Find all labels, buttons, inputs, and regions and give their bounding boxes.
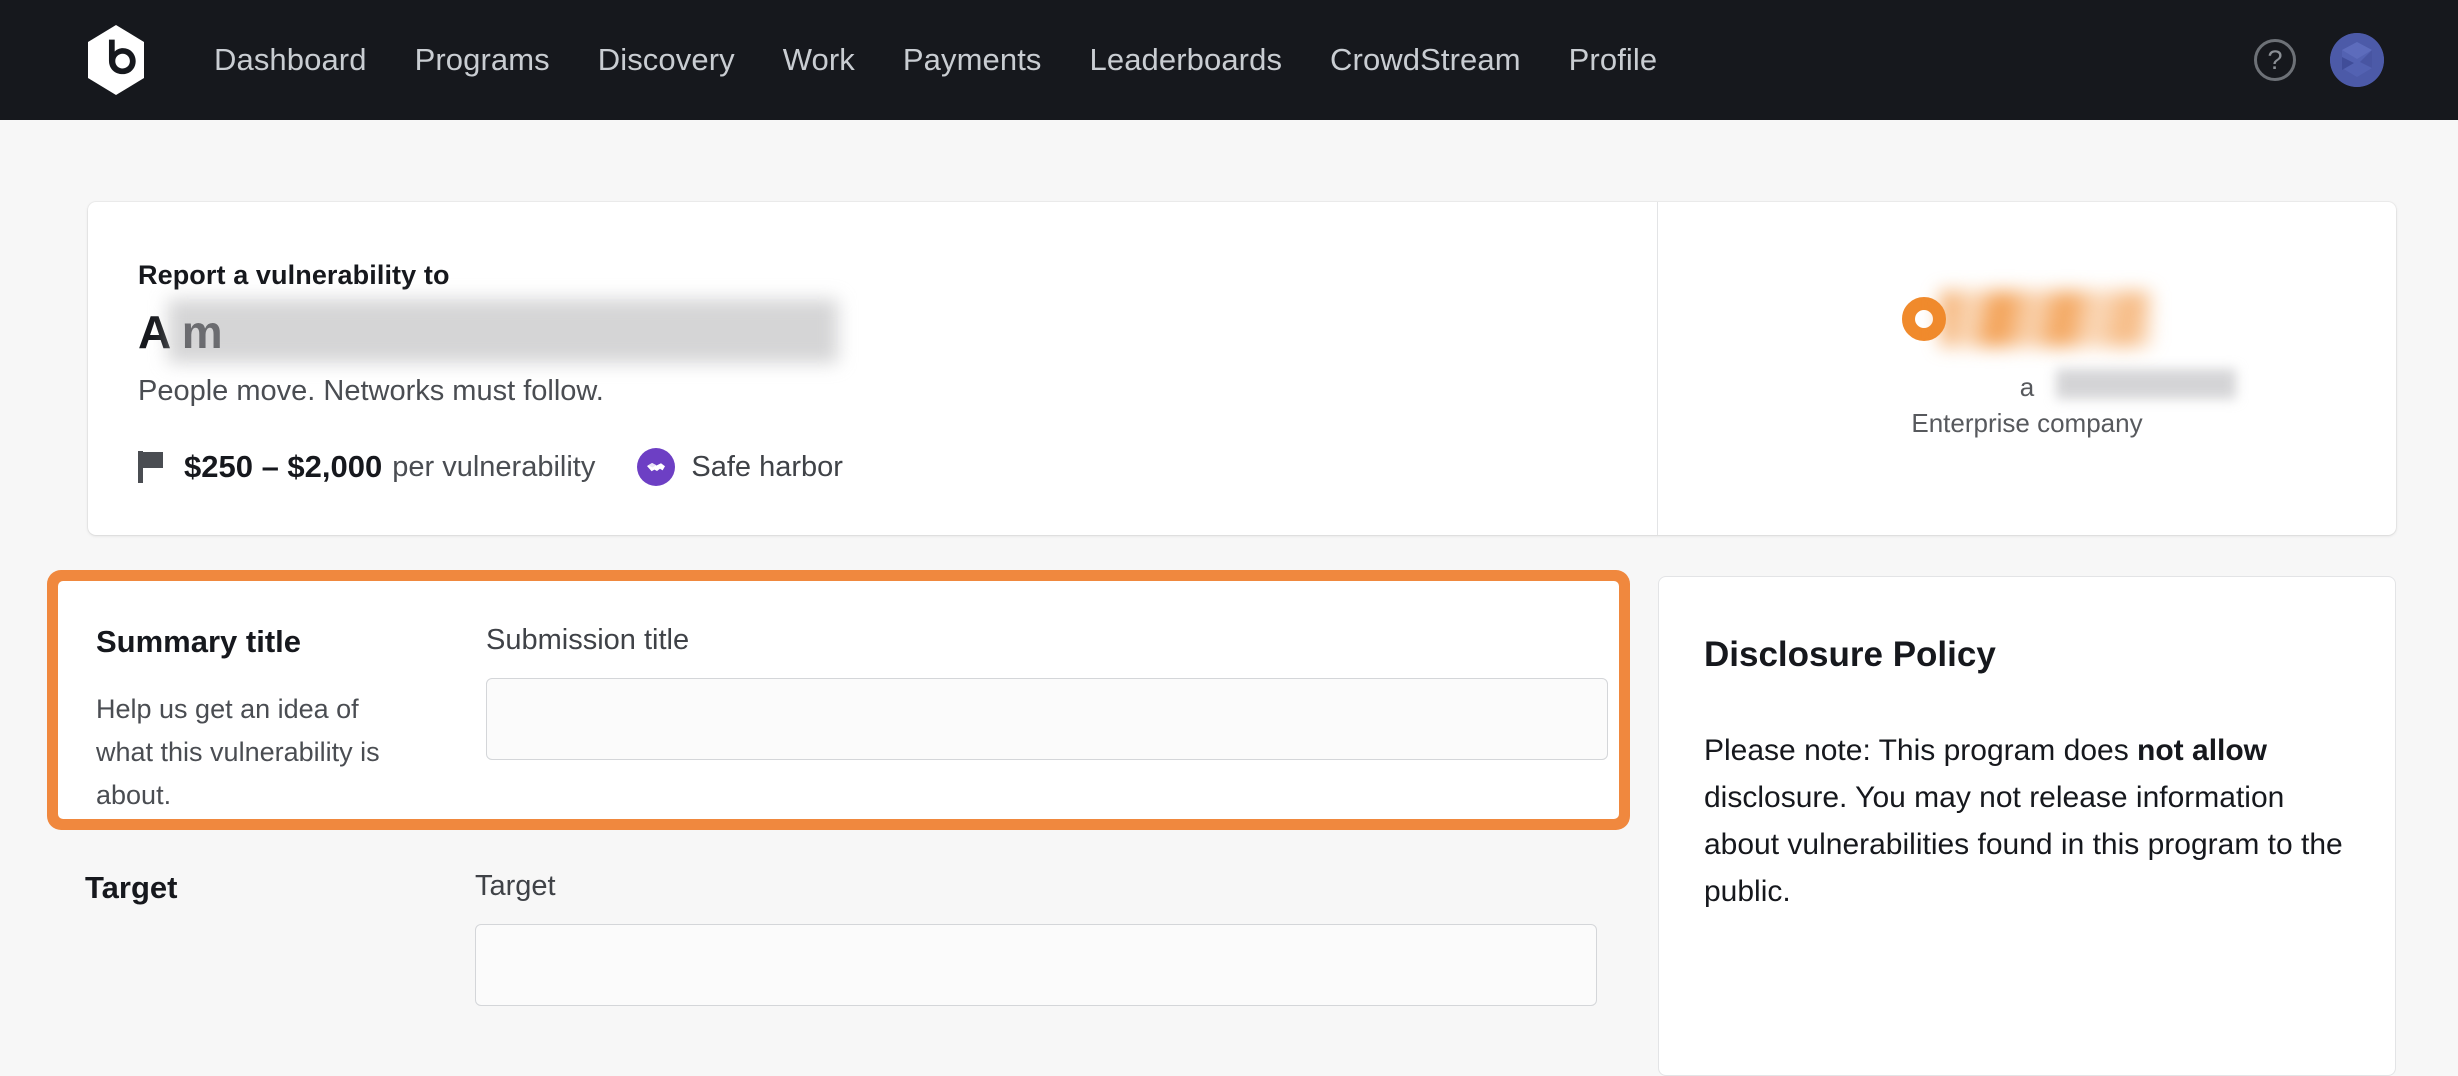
sponsor-subtitle-line2: Enterprise company bbox=[1911, 407, 2143, 438]
user-avatar[interactable] bbox=[2330, 33, 2384, 87]
page-body: Report a vulnerability to A m People mov… bbox=[0, 120, 2458, 1076]
submission-title-input[interactable] bbox=[486, 678, 1608, 760]
sponsor-subtitle-line1: a bbox=[2019, 368, 2236, 405]
report-kicker-text: Report a vulnerability to bbox=[138, 260, 450, 290]
sponsor-subtitle-line1-text: a bbox=[2019, 371, 2035, 402]
program-title-redaction-overlay bbox=[168, 299, 838, 363]
bugcrowd-logo-icon[interactable] bbox=[86, 24, 146, 96]
reward-range: $250 – $2,000 bbox=[184, 449, 383, 484]
program-info-panel: Report a vulnerability to A m People mov… bbox=[88, 202, 1657, 535]
disclosure-body-part1: Please note: This program does bbox=[1704, 734, 2138, 767]
program-title-wrap: A m bbox=[138, 299, 838, 363]
nav-item-profile[interactable]: Profile bbox=[1545, 0, 1682, 120]
reward-unit-label: per vulnerability bbox=[392, 450, 596, 483]
target-input-label: Target bbox=[475, 870, 556, 902]
flag-icon bbox=[138, 451, 163, 483]
sponsor-wordmark-redaction bbox=[1940, 290, 2152, 347]
safe-harbor-badge[interactable]: Safe harbor bbox=[637, 448, 843, 486]
nav-right-cluster: ? bbox=[2254, 0, 2384, 120]
summary-title-heading: Summary title bbox=[96, 624, 302, 659]
target-input-column: Target bbox=[475, 870, 1630, 1006]
summary-title-help-text: Help us get an idea of what this vulnera… bbox=[96, 694, 380, 810]
handshake-icon bbox=[637, 448, 676, 486]
nav-item-payments[interactable]: Payments bbox=[879, 0, 1066, 120]
submission-title-label: Submission title bbox=[486, 624, 690, 656]
top-navigation-bar: Dashboard Programs Discovery Work Paymen… bbox=[0, 0, 2458, 120]
avatar-glyph-icon bbox=[2330, 33, 2384, 87]
target-section: Target Target bbox=[85, 870, 1630, 1006]
program-header-card: Report a vulnerability to A m People mov… bbox=[88, 202, 2396, 535]
nav-item-leaderboards[interactable]: Leaderboards bbox=[1066, 0, 1307, 120]
sponsor-logo-mark bbox=[1902, 287, 2152, 351]
nav-item-crowdstream[interactable]: CrowdStream bbox=[1306, 0, 1545, 120]
target-label-column: Target bbox=[85, 870, 475, 1006]
target-input[interactable] bbox=[475, 924, 1597, 1006]
summary-title-input-column: Submission title bbox=[486, 624, 1642, 819]
help-question-icon[interactable]: ? bbox=[2254, 39, 2296, 81]
safe-harbor-label: Safe harbor bbox=[691, 450, 843, 483]
nav-item-programs[interactable]: Programs bbox=[391, 0, 574, 120]
sponsor-panel: a Enterprise company bbox=[1658, 202, 2396, 535]
sponsor-subtitle: a Enterprise company bbox=[1911, 368, 2236, 441]
summary-title-label-column: Summary title Help us get an idea of wha… bbox=[96, 624, 486, 819]
program-tagline: People move. Networks must follow. bbox=[138, 375, 604, 407]
disclosure-body-part2: disclosure. You may not release informat… bbox=[1704, 781, 2343, 908]
nav-item-dashboard[interactable]: Dashboard bbox=[190, 0, 391, 120]
disclosure-policy-body: Please note: This program does not allow… bbox=[1704, 727, 2350, 915]
disclosure-policy-title: Disclosure Policy bbox=[1704, 635, 1996, 674]
target-heading: Target bbox=[85, 870, 178, 905]
handshake-glyph-icon bbox=[647, 463, 666, 472]
nav-item-discovery[interactable]: Discovery bbox=[574, 0, 759, 120]
disclosure-policy-card: Disclosure Policy Please note: This prog… bbox=[1658, 576, 2396, 1076]
nav-item-work[interactable]: Work bbox=[759, 0, 879, 120]
program-meta-row: $250 – $2,000 per vulnerability Safe har… bbox=[138, 448, 1657, 486]
summary-title-card: Summary title Help us get an idea of wha… bbox=[58, 581, 1619, 819]
disclosure-body-emphasis: not allow bbox=[2137, 734, 2268, 767]
summary-title-card-highlight: Summary title Help us get an idea of wha… bbox=[47, 570, 1630, 830]
sponsor-subtitle-redaction bbox=[2055, 368, 2236, 399]
nav-links: Dashboard Programs Discovery Work Paymen… bbox=[190, 0, 1681, 120]
program-title: A m bbox=[138, 306, 223, 358]
sponsor-logo-block: a Enterprise company bbox=[1902, 287, 2236, 441]
